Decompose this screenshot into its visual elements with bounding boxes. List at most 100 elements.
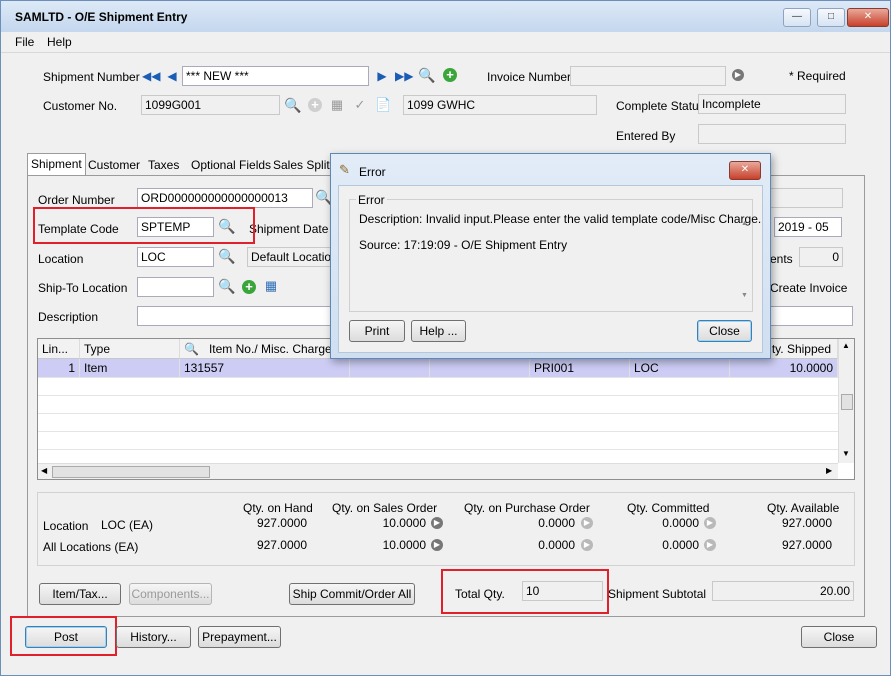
item-tax-button[interactable]: Item/Tax... [39,583,121,605]
ship-to-add-icon[interactable]: + [242,280,256,294]
complete-status-field: Incomplete [698,94,846,114]
order-search-icon[interactable]: 🔍 [315,189,332,205]
year-period-field[interactable]: 2019 - 05 [774,217,842,237]
table-row[interactable]: 1 Item 131557 PRI001 LOC 10.0000 [38,359,838,378]
window-title: SAMLTD - O/E Shipment Entry [15,10,188,24]
create-invoice-label[interactable]: Create Invoice [770,281,847,295]
tab-sales-split[interactable]: Sales Split [270,155,333,175]
location-input[interactable]: LOC [137,247,214,267]
scroll-right-icon[interactable]: ▶ [826,466,832,475]
maximize-icon[interactable]: □ [817,8,845,27]
stat-loc-on-hand: 927.0000 [256,516,307,530]
print-button[interactable]: Print [349,320,405,342]
detail-grid[interactable]: Lin... Type 🔍 Item No./ Misc. Charge ty.… [37,338,855,480]
invoice-number-field [570,66,726,86]
scroll-up-icon[interactable]: ▲ [842,341,850,350]
drilldown-icon[interactable]: ▶ [431,517,443,529]
customer-document-icon[interactable]: 📄 [375,97,391,113]
ship-to-input[interactable] [137,277,214,297]
stat-header-committed: Qty. Committed [627,501,710,515]
template-code-highlight [33,207,255,244]
drilldown-icon[interactable]: ▶ [704,517,716,529]
ship-to-search-icon[interactable]: 🔍 [218,278,235,294]
next-record-icon[interactable]: ▶ [374,68,390,84]
drilldown-icon[interactable]: ▶ [581,517,593,529]
shipment-number-input[interactable]: *** NEW *** [182,66,369,86]
location-desc-field: Default Location [247,247,331,267]
tab-optional-fields[interactable]: Optional Fields [188,155,274,175]
close-icon[interactable]: ✕ [729,161,761,180]
finder-search-icon[interactable]: 🔍 [418,67,435,83]
title-bar: SAMLTD - O/E Shipment Entry — □ ✕ [1,1,890,32]
stat-location-code: LOC (EA) [101,518,154,532]
column-search-icon: 🔍 [184,342,199,356]
scroll-left-icon[interactable]: ◀ [41,466,47,475]
scroll-down-icon[interactable]: ▼ [842,449,850,458]
drilldown-icon[interactable]: ▶ [581,539,593,551]
drilldown-icon[interactable]: ▶ [431,539,443,551]
entered-by-label: Entered By [616,129,676,143]
quantity-summary [37,492,855,566]
invoice-number-label: Invoice Number [487,70,572,84]
column-header-line[interactable]: Lin... [38,339,80,359]
stat-all-locations-label: All Locations (EA) [43,540,139,554]
required-note: * Required [789,69,846,83]
drilldown-icon[interactable]: ▶ [704,539,716,551]
location-search-icon[interactable]: 🔍 [218,248,235,264]
cell-type: Item [80,359,180,377]
table-row-empty[interactable] [38,377,838,396]
close-icon[interactable]: ✕ [847,8,889,27]
menu-file[interactable]: File [15,35,34,49]
table-row-empty[interactable] [38,395,838,414]
order-number-input[interactable]: ORD000000000000000013 [137,188,313,208]
table-row-empty[interactable] [38,431,838,450]
tab-customer[interactable]: Customer [85,155,143,175]
close-button[interactable]: Close [801,626,877,648]
dialog-close-button[interactable]: Close [697,320,752,342]
column-header-type[interactable]: Type [80,339,180,359]
last-record-icon[interactable]: ▶▶ [395,68,413,84]
new-record-icon[interactable]: + [443,68,457,82]
minimize-icon[interactable]: — [783,8,811,27]
horizontal-scrollbar[interactable]: ◀ ▶ [38,463,838,479]
cell-shipped: 10.0000 [730,359,838,377]
customer-search-icon: 🔍 [284,97,302,113]
vertical-scrollbar[interactable]: ▲ ▼ [838,339,854,463]
stat-header-available: Qty. Available [767,501,840,515]
stat-all-available: 927.0000 [781,538,832,552]
main-window: SAMLTD - O/E Shipment Entry — □ ✕ File H… [0,0,891,676]
table-row-empty[interactable] [38,413,838,432]
vertical-scroll-thumb[interactable] [841,394,853,410]
customer-add-icon: + [308,98,322,112]
tab-shipment[interactable]: Shipment [27,153,86,176]
scroll-up-icon[interactable]: ▲ [741,220,748,227]
stat-all-on-sales-order: 10.0000 [382,538,426,552]
scroll-down-icon[interactable]: ▼ [741,292,748,299]
history-button[interactable]: History... [116,626,191,648]
customer-check-icon: ✓ [354,97,366,112]
stat-loc-committed: 0.0000 [662,516,699,530]
shipment-subtotal-field: 20.00 [712,581,854,601]
tab-taxes[interactable]: Taxes [145,155,182,175]
prepayment-button[interactable]: Prepayment... [198,626,281,648]
cell-col6: PRI001 [530,359,630,377]
comments-count-field: 0 [799,247,843,267]
right-info-field [769,188,843,208]
ship-commit-order-all-button[interactable]: Ship Commit/Order All [289,583,415,605]
error-description: Description: Invalid input.Please enter … [359,212,762,226]
column-header-item[interactable]: 🔍 Item No./ Misc. Charge [180,339,350,359]
help-button[interactable]: Help ... [411,320,466,342]
first-record-icon[interactable]: ◀◀ [142,68,160,84]
shipment-subtotal-label: Shipment Subtotal [608,587,707,601]
cell-item: 131557 [180,359,350,377]
horizontal-scroll-thumb[interactable] [52,466,210,478]
previous-record-icon[interactable]: ◀ [164,68,180,84]
stat-all-on-purchase-order: 0.0000 [538,538,575,552]
stat-header-on-hand: Qty. on Hand [243,501,313,515]
stat-location-label: Location [43,519,89,533]
menu-help[interactable]: Help [47,35,72,49]
stat-loc-available: 927.0000 [781,516,832,530]
error-dialog-title: Error [359,165,386,179]
drilldown-icon[interactable]: ▶ [732,69,744,81]
ship-to-details-icon[interactable]: ▦ [263,278,279,294]
